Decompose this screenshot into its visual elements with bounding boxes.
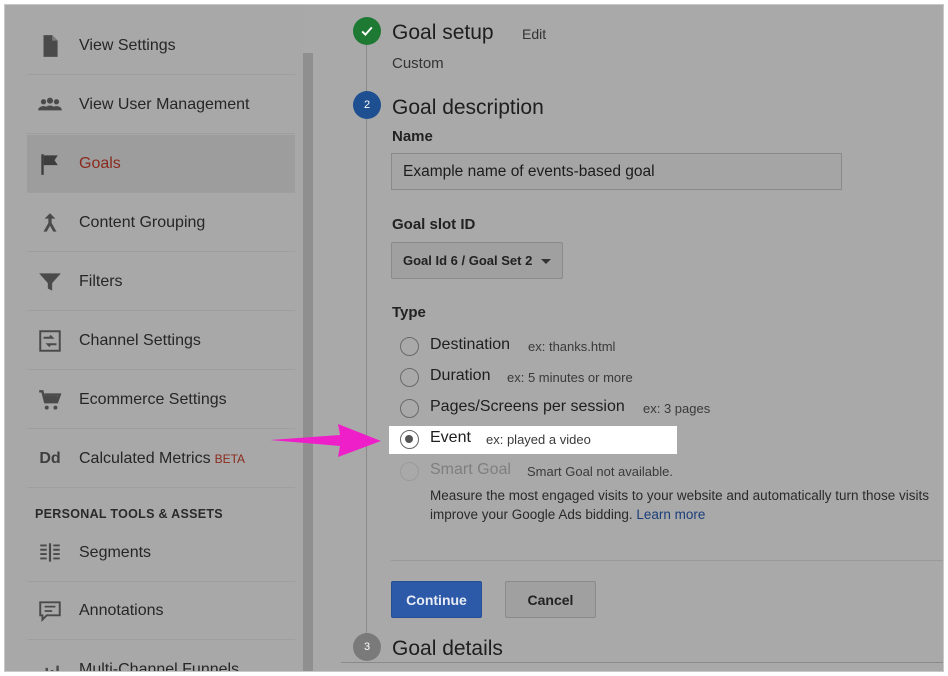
sidebar-item-label: Content Grouping <box>79 213 206 231</box>
checkmark-icon <box>361 26 373 36</box>
step-complete-badge <box>353 17 381 45</box>
sidebar-item-segments[interactable]: Segments <box>27 524 295 582</box>
sidebar-item-label: Ecommerce Settings <box>79 390 227 408</box>
sidebar-item-goals[interactable]: Goals <box>27 135 295 193</box>
type-smart-goal-label: Smart Goal <box>430 461 511 478</box>
channel-icon <box>35 326 65 356</box>
beta-badge: BETA <box>214 451 246 466</box>
sidebar-item-content-grouping[interactable]: Content Grouping <box>27 194 295 252</box>
annotation-arrow-icon <box>270 424 381 457</box>
cancel-button[interactable]: Cancel <box>505 581 596 618</box>
cart-icon <box>35 385 65 415</box>
goal-slot-label: Goal slot ID <box>392 216 476 233</box>
sidebar-item-label: Calculated Metrics BETA <box>79 450 245 468</box>
sidebar-scrollbar[interactable] <box>303 53 313 671</box>
segments-icon <box>35 538 65 568</box>
goal-slot-value: Goal Id 6 / Goal Set 2 <box>403 253 533 268</box>
sidebar-item-label: Multi-Channel Funnels <box>79 661 240 672</box>
dd-icon: Dd <box>39 449 61 467</box>
sidebar-item-label: Goals <box>79 154 121 172</box>
app-frame: View Settings View User Management Goals… <box>4 4 944 672</box>
flag-icon <box>35 149 65 179</box>
goal-details-title: Goal details <box>392 637 503 660</box>
step-number-badge: 2 <box>353 91 381 119</box>
annotation-icon <box>35 596 65 626</box>
section-divider <box>391 560 943 561</box>
goal-setup-edit-link[interactable]: Edit <box>522 26 546 42</box>
radio-duration[interactable] <box>400 368 419 387</box>
type-pages-label: Pages/Screens per session <box>430 398 625 415</box>
sidebar-item-label: Annotations <box>79 601 164 619</box>
goal-name-input[interactable] <box>391 153 842 190</box>
sidebar-item-label: Segments <box>79 543 152 561</box>
radio-event[interactable] <box>400 430 419 449</box>
step-connector-line <box>366 45 367 650</box>
sidebar-item-channel-settings[interactable]: Channel Settings <box>27 312 295 370</box>
sidebar-item-ecommerce-settings[interactable]: Ecommerce Settings <box>27 371 295 429</box>
sidebar: View Settings View User Management Goals… <box>5 5 305 672</box>
type-label: Type <box>392 304 426 321</box>
funnel-icon <box>35 655 65 671</box>
step-number-badge-3: 3 <box>353 633 381 661</box>
type-smart-goal-example: Smart Goal not available. <box>527 464 673 479</box>
type-pages-example: ex: 3 pages <box>643 401 711 416</box>
sidebar-item-label-text: Calculated Metrics <box>79 449 211 467</box>
sidebar-item-label: Filters <box>79 272 123 290</box>
sidebar-item-multi-channel-funnels[interactable]: Multi-Channel Funnels <box>27 641 295 672</box>
smart-goal-description-line2: improve your Google Ads bidding. Learn m… <box>430 505 705 524</box>
goal-description-title: Goal description <box>392 96 544 119</box>
bottom-divider <box>341 662 943 663</box>
users-icon <box>35 90 65 120</box>
type-event-label: Event <box>430 429 471 446</box>
sidebar-item-label: View Settings <box>79 36 176 54</box>
goal-setup-value: Custom <box>392 55 444 72</box>
smart-goal-description-line1: Measure the most engaged visits to your … <box>430 488 929 503</box>
name-field-label: Name <box>392 128 433 145</box>
type-event-example: ex: played a video <box>486 432 591 447</box>
goal-setup-title: Goal setup <box>392 21 494 44</box>
merge-icon <box>35 208 65 238</box>
sidebar-item-label: View User Management <box>79 95 250 113</box>
continue-button[interactable]: Continue <box>391 581 482 618</box>
file-icon <box>35 31 65 61</box>
sidebar-item-annotations[interactable]: Annotations <box>27 582 295 640</box>
type-duration-label: Duration <box>430 367 491 384</box>
sidebar-item-calculated-metrics[interactable]: Dd Calculated Metrics BETA <box>27 430 295 488</box>
section-title-personal-tools: PERSONAL TOOLS & ASSETS <box>35 507 223 521</box>
learn-more-link[interactable]: Learn more <box>636 507 705 522</box>
radio-smart-goal <box>400 462 419 481</box>
sidebar-item-view-user-management[interactable]: View User Management <box>27 76 295 134</box>
goal-slot-dropdown[interactable]: Goal Id 6 / Goal Set 2 <box>391 242 563 279</box>
type-duration-example: ex: 5 minutes or more <box>507 370 633 385</box>
sidebar-item-view-settings[interactable]: View Settings <box>27 17 295 75</box>
radio-pages-screens[interactable] <box>400 399 419 418</box>
caret-down-icon <box>541 259 551 264</box>
type-destination-label: Destination <box>430 336 511 353</box>
sidebar-item-filters[interactable]: Filters <box>27 253 295 311</box>
sidebar-item-label: Channel Settings <box>79 331 201 349</box>
smart-goal-description-text: improve your Google Ads bidding. <box>430 507 633 522</box>
filter-icon <box>35 267 65 297</box>
type-destination-example: ex: thanks.html <box>528 339 616 354</box>
radio-destination[interactable] <box>400 337 419 356</box>
